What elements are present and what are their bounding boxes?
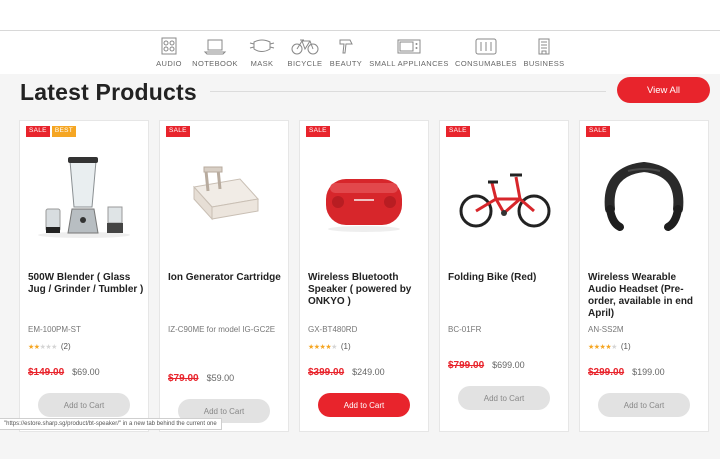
sale-badge: SALE xyxy=(166,126,190,137)
product-card[interactable]: SALE BEST 500W Blender ( Glass Jug / Gri… xyxy=(19,120,149,432)
star-rating-icon: ★★★★★ xyxy=(308,343,337,351)
product-rating: ★★★★★ (2) xyxy=(28,342,71,351)
product-name[interactable]: Wireless Wearable Audio Headset (Pre-ord… xyxy=(588,272,704,320)
blender-image[interactable] xyxy=(28,149,140,241)
product-name[interactable]: Folding Bike (Red) xyxy=(448,272,564,284)
product-name[interactable]: 500W Blender ( Glass Jug / Grinder / Tum… xyxy=(28,272,144,296)
star-rating-icon: ★★★★★ xyxy=(588,343,617,351)
product-model: EM-100PM-ST xyxy=(28,325,81,334)
section-title: Latest Products xyxy=(20,79,197,105)
sale-price: $249.00 xyxy=(352,367,385,377)
category-bicycle[interactable]: BICYCLE xyxy=(287,36,323,68)
sale-price: $69.00 xyxy=(72,367,100,377)
small-appliances-icon xyxy=(397,39,421,54)
sale-badge: SALE xyxy=(586,126,610,137)
product-prices: $399.00 $249.00 xyxy=(308,367,385,378)
product-card[interactable]: SALE Wireless Bluetooth Speaker ( powere… xyxy=(299,120,429,432)
product-model: IZ-C90ME for model IG-GC2E xyxy=(168,325,276,334)
category-notebook[interactable]: NOTEBOOK xyxy=(192,36,238,68)
category-beauty[interactable]: BEAUTY xyxy=(330,36,362,68)
product-rating: ★★★★★ (1) xyxy=(588,342,631,351)
product-card[interactable]: SALE Folding Bike (Red) BC-01FR $799.00 … xyxy=(439,120,569,432)
product-prices: $79.00 $59.00 xyxy=(168,373,234,384)
product-name[interactable]: Wireless Bluetooth Speaker ( powered by … xyxy=(308,272,424,308)
sale-price: $699.00 xyxy=(492,360,525,370)
category-label: AUDIO xyxy=(156,59,182,68)
product-card[interactable]: SALE Ion Generator Cartridge IZ-C90ME fo… xyxy=(159,120,289,432)
sale-badge: SALE xyxy=(446,126,470,137)
business-icon xyxy=(538,38,550,55)
mask-icon xyxy=(249,39,275,52)
bicycle-icon xyxy=(291,39,319,55)
consumables-icon xyxy=(475,38,497,55)
category-label: BICYCLE xyxy=(287,59,323,68)
add-to-cart-button[interactable]: Add to Cart xyxy=(318,393,410,417)
beauty-icon xyxy=(339,39,353,54)
original-price: $79.00 xyxy=(168,373,199,384)
cartridge-image[interactable] xyxy=(168,149,280,241)
add-to-cart-button[interactable]: Add to Cart xyxy=(598,393,690,417)
add-to-cart-button[interactable]: Add to Cart xyxy=(458,386,550,410)
product-name[interactable]: Ion Generator Cartridge xyxy=(168,272,284,284)
category-small-appliances[interactable]: SMALL APPLIANCES xyxy=(369,36,449,68)
product-model: BC-01FR xyxy=(448,325,482,334)
category-consumables[interactable]: CONSUMABLES xyxy=(455,36,517,68)
original-price: $799.00 xyxy=(448,360,485,371)
sale-price: $199.00 xyxy=(632,367,665,377)
best-badge: BEST xyxy=(51,126,77,137)
category-label: BUSINESS xyxy=(523,59,565,68)
product-rating: ★★★★★ (1) xyxy=(308,342,351,351)
product-prices: $299.00 $199.00 xyxy=(588,367,665,378)
product-prices: $799.00 $699.00 xyxy=(448,360,525,371)
headset-image[interactable] xyxy=(588,149,700,241)
sale-price: $59.00 xyxy=(206,373,235,383)
product-card[interactable]: SALE Wireless Wearable Audio Headset (Pr… xyxy=(579,120,709,432)
view-all-button[interactable]: View All xyxy=(617,77,710,103)
audio-icon xyxy=(161,37,177,55)
sale-badge: SALE xyxy=(26,126,50,137)
review-count: (1) xyxy=(620,342,631,351)
category-bar: AUDIO NOTEBOOK MASK BICYCLE BEAUTY SMALL… xyxy=(0,32,720,74)
review-count: (2) xyxy=(60,342,71,351)
star-rating-icon: ★★★★★ xyxy=(28,343,57,351)
add-to-cart-button[interactable]: Add to Cart xyxy=(38,393,130,417)
product-model: GX-BT480RD xyxy=(308,325,358,334)
product-prices: $149.00 $69.00 xyxy=(28,367,100,378)
original-price: $299.00 xyxy=(588,367,625,378)
category-label: MASK xyxy=(250,59,274,68)
category-mask[interactable]: MASK xyxy=(246,36,278,68)
product-model: AN-SS2M xyxy=(588,325,624,334)
category-label: BEAUTY xyxy=(329,59,363,68)
original-price: $399.00 xyxy=(308,367,345,378)
speaker-image[interactable] xyxy=(308,149,420,241)
latest-products-section: Latest Products View All SALE BEST 500W … xyxy=(0,74,720,459)
browser-status-bar: "https://estore.sharp.sg/product/bt-spea… xyxy=(0,418,222,430)
bike-image[interactable] xyxy=(448,149,560,241)
category-label: CONSUMABLES xyxy=(455,59,517,68)
original-price: $149.00 xyxy=(28,367,65,378)
title-divider xyxy=(210,91,606,92)
sale-badge: SALE xyxy=(306,126,330,137)
review-count: (1) xyxy=(340,342,351,351)
category-label: SMALL APPLIANCES xyxy=(369,59,449,68)
category-label: NOTEBOOK xyxy=(192,59,238,68)
category-audio[interactable]: AUDIO xyxy=(155,36,183,68)
header-divider xyxy=(0,30,720,31)
notebook-icon xyxy=(203,39,227,55)
category-business[interactable]: BUSINESS xyxy=(523,36,565,68)
